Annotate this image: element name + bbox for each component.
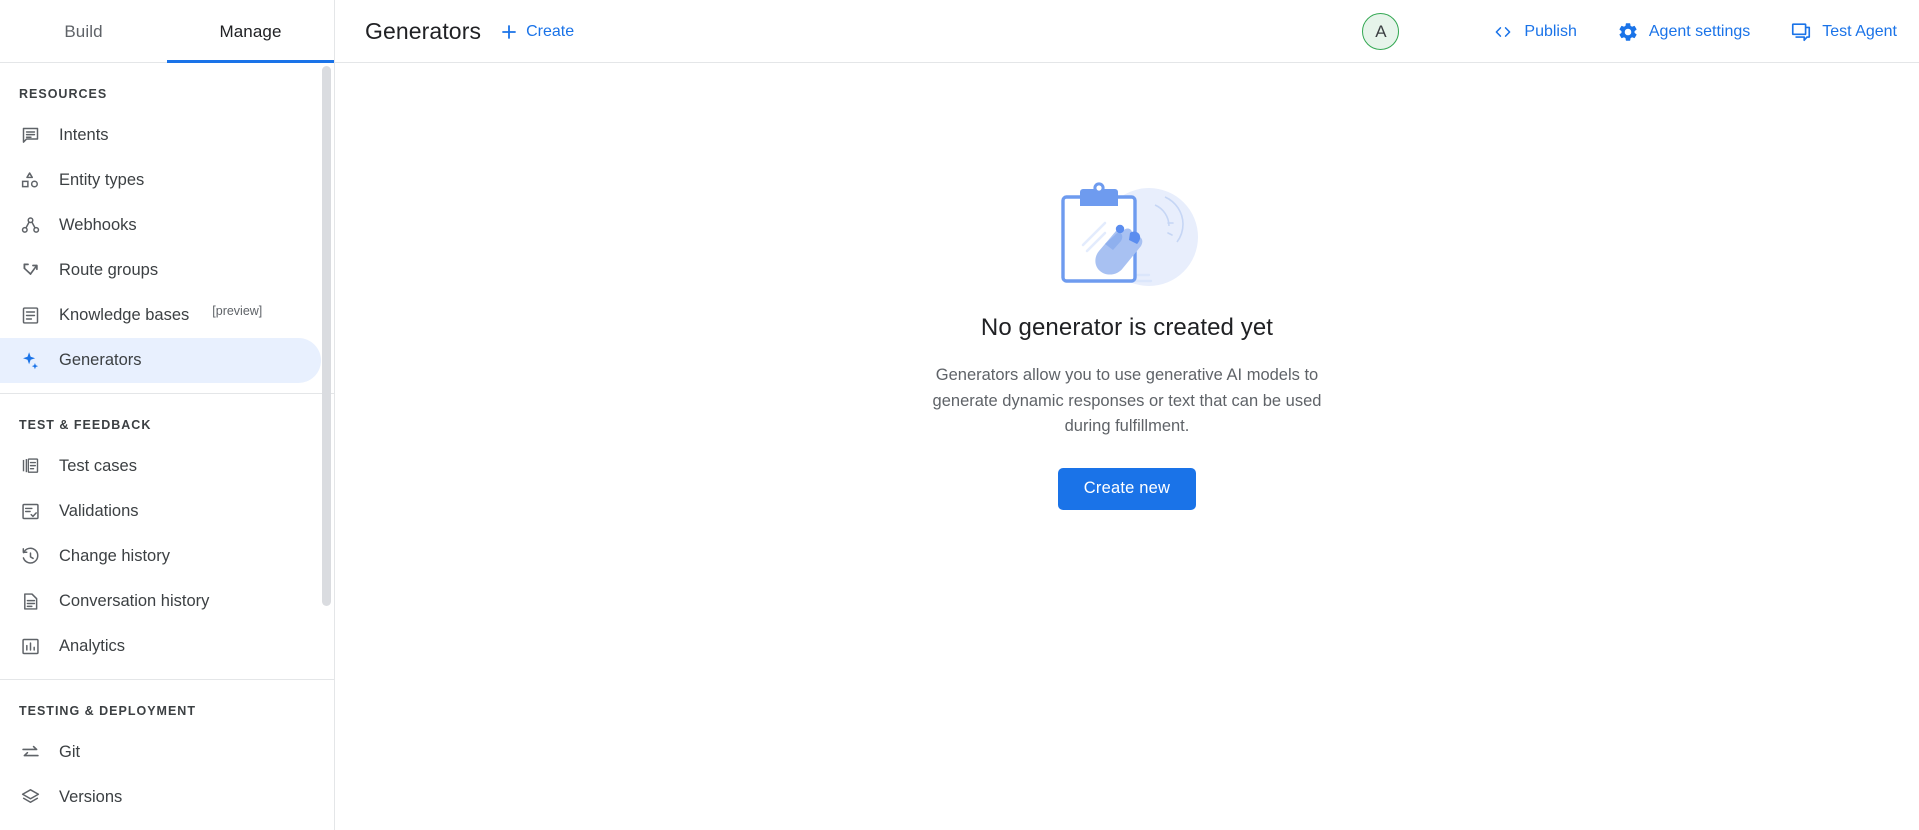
- agent-settings-button[interactable]: Agent settings: [1617, 21, 1750, 43]
- speech-list-icon: [19, 125, 41, 147]
- tab-manage[interactable]: Manage: [167, 0, 334, 63]
- create-button[interactable]: Create: [499, 22, 574, 42]
- preview-badge: [preview]: [212, 304, 262, 318]
- sidebar-item-label: Git: [59, 743, 80, 762]
- top-actions: A Publish Agent settings: [1362, 0, 1919, 63]
- shapes-icon: [19, 170, 41, 192]
- history-clock-icon: [19, 546, 41, 568]
- sparkle-icon: [19, 350, 41, 372]
- page-title: Generators: [365, 18, 481, 45]
- sidebar-item-validations[interactable]: Validations: [0, 489, 321, 534]
- layers-icon: [19, 787, 41, 809]
- top-bar: Build Manage Generators Create A: [0, 0, 1919, 63]
- sidebar-item-analytics[interactable]: Analytics: [0, 624, 321, 669]
- sidebar-item-label: Conversation history: [59, 592, 209, 611]
- main-content: No generator is created yet Generators a…: [335, 63, 1919, 830]
- sidebar-scrollbar-track[interactable]: [321, 63, 333, 830]
- app-root: Build Manage Generators Create A: [0, 0, 1919, 830]
- sidebar-item-label: Versions: [59, 788, 122, 807]
- avatar[interactable]: A: [1362, 13, 1399, 50]
- sidebar-item-webhooks[interactable]: Webhooks: [0, 203, 321, 248]
- sidebar-scrollbar-thumb[interactable]: [322, 66, 331, 606]
- title-zone: Generators Create: [335, 0, 1362, 63]
- nodes-icon: [19, 215, 41, 237]
- publish-button[interactable]: Publish: [1492, 21, 1576, 43]
- nav-group-label-test-feedback: TEST & FEEDBACK: [0, 394, 334, 444]
- create-button-label: Create: [526, 23, 574, 41]
- document-lines-icon: [19, 305, 41, 327]
- sidebar-item-generators[interactable]: Generators: [0, 338, 321, 383]
- document-icon: [19, 591, 41, 613]
- checklist-icon: [19, 501, 41, 523]
- tab-manage-label: Manage: [219, 22, 281, 42]
- sidebar-item-change-history[interactable]: Change history: [0, 534, 321, 579]
- nav-group-label-testing-deployment: TESTING & DEPLOYMENT: [0, 680, 334, 730]
- sidebar-item-label: Validations: [59, 502, 139, 521]
- chat-bubbles-icon: [1790, 21, 1812, 43]
- tab-build[interactable]: Build: [0, 0, 167, 63]
- plus-icon: [499, 22, 519, 42]
- empty-state: No generator is created yet Generators a…: [907, 159, 1347, 510]
- code-brackets-icon: [1492, 21, 1514, 43]
- gear-icon: [1617, 21, 1639, 43]
- sidebar-item-knowledge-bases[interactable]: Knowledge bases [preview]: [0, 293, 321, 338]
- nav-group-label-resources: RESOURCES: [0, 63, 334, 113]
- nav-group-testing-deployment: TESTING & DEPLOYMENT Git: [0, 680, 334, 830]
- sidebar-item-test-cases[interactable]: Test cases: [0, 444, 321, 489]
- tab-build-label: Build: [64, 22, 102, 42]
- agent-settings-label: Agent settings: [1649, 23, 1750, 41]
- avatar-initial: A: [1375, 22, 1386, 42]
- fork-arrow-icon: [19, 260, 41, 282]
- sidebar-item-conversation-history[interactable]: Conversation history: [0, 579, 321, 624]
- sidebar-item-label: Test cases: [59, 457, 137, 476]
- sidebar-item-entity-types[interactable]: Entity types: [0, 158, 321, 203]
- mode-tabs: Build Manage: [0, 0, 335, 63]
- create-new-button[interactable]: Create new: [1058, 468, 1196, 510]
- sidebar-scroll-area: RESOURCES Intents: [0, 63, 334, 830]
- sidebar-item-git[interactable]: Git: [0, 730, 321, 775]
- sidebar-item-label: Route groups: [59, 261, 158, 280]
- clipboard-hand-icon: [1037, 159, 1217, 294]
- sidebar-item-label: Entity types: [59, 171, 144, 190]
- nav-group-resources: RESOURCES Intents: [0, 63, 334, 394]
- sidebar-item-intents[interactable]: Intents: [0, 113, 321, 158]
- stacked-docs-icon: [19, 456, 41, 478]
- sidebar-item-label: Generators: [59, 351, 142, 370]
- sync-arrows-icon: [19, 742, 41, 764]
- sidebar-item-label: Change history: [59, 547, 170, 566]
- bar-chart-icon: [19, 636, 41, 658]
- sidebar-item-label: Webhooks: [59, 216, 137, 235]
- sidebar-item-versions[interactable]: Versions: [0, 775, 321, 820]
- publish-label: Publish: [1524, 23, 1576, 41]
- sidebar-item-label: Analytics: [59, 637, 125, 656]
- sidebar-item-label: Intents: [59, 126, 109, 145]
- body: RESOURCES Intents: [0, 63, 1919, 830]
- test-agent-button[interactable]: Test Agent: [1790, 21, 1897, 43]
- empty-state-description: Generators allow you to use generative A…: [922, 363, 1332, 440]
- sidebar: RESOURCES Intents: [0, 63, 335, 830]
- sidebar-item-label: Knowledge bases: [59, 306, 189, 325]
- nav-group-test-feedback: TEST & FEEDBACK Test cases: [0, 394, 334, 680]
- sidebar-item-route-groups[interactable]: Route groups: [0, 248, 321, 293]
- empty-state-title: No generator is created yet: [981, 314, 1273, 342]
- test-agent-label: Test Agent: [1822, 23, 1897, 41]
